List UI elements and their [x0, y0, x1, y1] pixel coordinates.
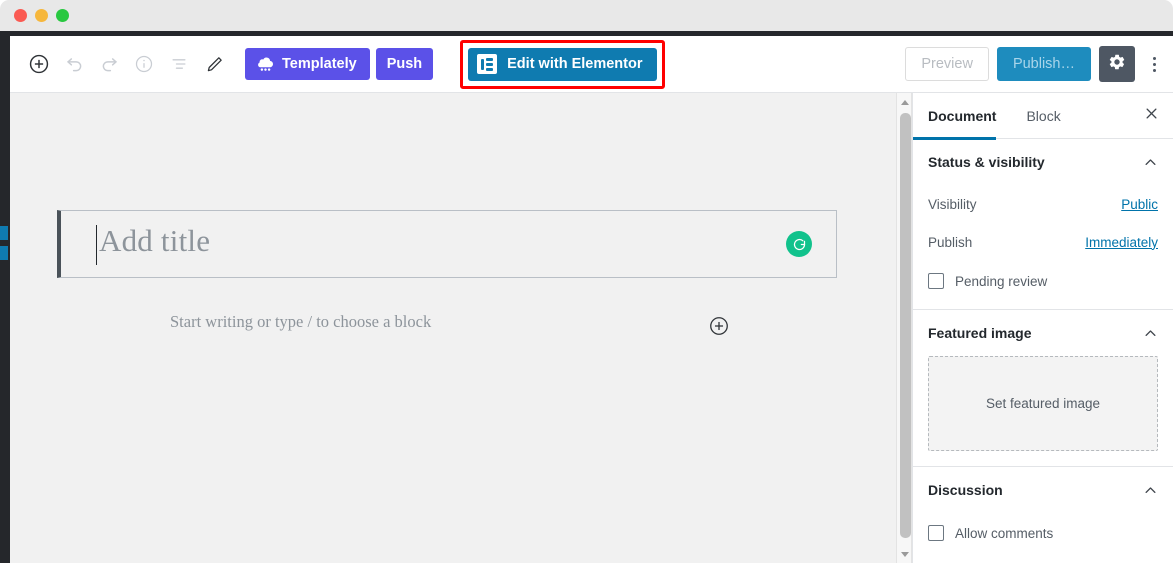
row-visibility: Visibility Public [928, 185, 1158, 223]
publish-schedule-label: Publish [928, 234, 973, 250]
elementor-highlight-box: Edit with Elementor [460, 39, 666, 89]
scrollbar-thumb[interactable] [900, 113, 911, 538]
post-title-field[interactable]: Add title [57, 210, 837, 278]
tab-document[interactable]: Document [913, 93, 1010, 140]
scroll-up-arrow-icon[interactable] [897, 94, 913, 110]
panel-title: Featured image [928, 325, 1032, 341]
editor-window: Templately Push Edit with Elementor Prev… [0, 0, 1173, 563]
panel-featured-image: Featured image Set featured image [913, 310, 1173, 467]
post-title-placeholder: Add title [99, 223, 211, 258]
pending-review-checkbox[interactable] [928, 273, 944, 289]
tab-document-label: Document [928, 107, 997, 124]
templately-cloud-icon [255, 53, 275, 75]
window-maximize-button[interactable] [56, 9, 69, 22]
panel-status-visibility: Status & visibility Visibility Public Pu… [913, 139, 1173, 310]
redo-icon[interactable] [92, 47, 126, 81]
visibility-label: Visibility [928, 196, 977, 212]
gear-icon [1108, 53, 1126, 76]
editor-toolbar: Templately Push Edit with Elementor Prev… [10, 36, 1173, 93]
allow-comments-row[interactable]: Allow comments [928, 513, 1158, 553]
kebab-dot-icon [1152, 62, 1156, 66]
allow-comments-checkbox[interactable] [928, 525, 944, 541]
push-label: Push [386, 56, 423, 72]
kebab-dot-icon [1152, 68, 1156, 72]
canvas-scrollbar[interactable] [896, 93, 912, 563]
preview-label: Preview [921, 56, 973, 72]
block-placeholder-text[interactable]: Start writing or type / to choose a bloc… [170, 312, 590, 332]
publish-schedule-value-link[interactable]: Immediately [1085, 235, 1158, 250]
toolbar-right-group: Preview Publish… [905, 46, 1173, 82]
settings-gear-button[interactable] [1099, 46, 1135, 82]
settings-sidebar: Document Block Status & visibility Visib… [912, 93, 1173, 563]
chevron-up-icon [1143, 326, 1158, 341]
close-icon [1144, 106, 1159, 126]
left-edge-tab-marker[interactable] [0, 226, 8, 240]
undo-icon[interactable] [57, 47, 91, 81]
add-block-icon[interactable] [22, 47, 56, 81]
panel-status-visibility-header[interactable]: Status & visibility [928, 139, 1158, 185]
editor-canvas[interactable]: Add title Start writing or type / to cho… [10, 93, 896, 563]
more-options-button[interactable] [1143, 46, 1165, 82]
tab-block[interactable]: Block [1026, 93, 1074, 139]
preview-button[interactable]: Preview [905, 47, 989, 81]
panel-featured-image-header[interactable]: Featured image [928, 310, 1158, 356]
window-frame-left [0, 31, 10, 563]
edit-pencil-icon[interactable] [197, 47, 231, 81]
grammarly-icon[interactable] [786, 231, 812, 257]
allow-comments-label: Allow comments [955, 525, 1054, 541]
templately-label: Templately [282, 56, 357, 72]
visibility-value-link[interactable]: Public [1121, 197, 1158, 212]
pending-review-label: Pending review [955, 273, 1048, 289]
window-close-button[interactable] [14, 9, 27, 22]
panel-title: Discussion [928, 482, 1003, 498]
toolbar-icon-group [10, 47, 231, 81]
panel-discussion-header[interactable]: Discussion [928, 467, 1158, 513]
window-minimize-button[interactable] [35, 9, 48, 22]
elementor-label: Edit with Elementor [507, 56, 643, 72]
pending-review-row[interactable]: Pending review [928, 261, 1158, 301]
publish-label: Publish… [1012, 56, 1075, 72]
elementor-icon [477, 54, 498, 74]
row-publish: Publish Immediately [928, 223, 1158, 261]
templately-button[interactable]: Templately [245, 48, 370, 80]
publish-button[interactable]: Publish… [996, 47, 1091, 81]
info-icon[interactable] [127, 47, 161, 81]
edit-with-elementor-button[interactable]: Edit with Elementor [468, 47, 658, 81]
set-featured-image-label: Set featured image [985, 396, 1101, 411]
sidebar-tab-bar: Document Block [913, 93, 1173, 140]
window-titlebar [0, 0, 1173, 31]
chevron-up-icon [1143, 483, 1158, 498]
push-button[interactable]: Push [375, 48, 434, 80]
kebab-dot-icon [1152, 56, 1156, 60]
scroll-down-arrow-icon[interactable] [897, 546, 913, 562]
text-caret [96, 225, 97, 265]
inline-add-block-icon[interactable] [706, 313, 732, 339]
close-sidebar-button[interactable] [1129, 93, 1173, 139]
panel-discussion: Discussion Allow comments [913, 467, 1173, 553]
panel-title: Status & visibility [928, 154, 1045, 170]
left-edge-tab-marker[interactable] [0, 246, 8, 260]
set-featured-image-button[interactable]: Set featured image [928, 356, 1158, 451]
chevron-up-icon [1143, 155, 1158, 170]
block-navigation-icon[interactable] [162, 47, 196, 81]
tab-block-label: Block [1026, 107, 1061, 124]
